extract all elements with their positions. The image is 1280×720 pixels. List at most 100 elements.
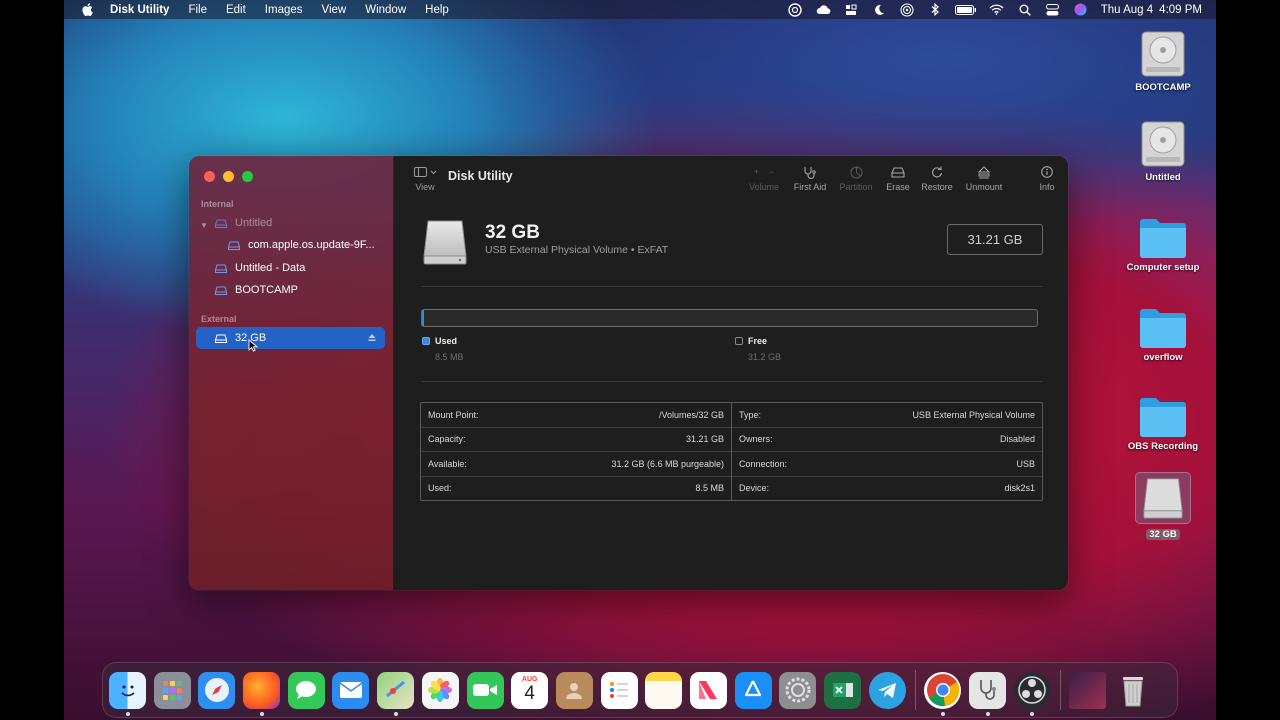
- menu-view[interactable]: View: [322, 4, 347, 16]
- sidebar-item-untitled-data[interactable]: Untitled - Data: [215, 258, 305, 278]
- desktop-item-untitled[interactable]: Untitled: [1113, 116, 1213, 183]
- volume-button[interactable]: + − Volume: [746, 165, 782, 192]
- running-indicator: [985, 711, 990, 716]
- focus-moon-icon[interactable]: [871, 3, 887, 17]
- menu-app-name[interactable]: Disk Utility: [110, 4, 169, 16]
- dock-app-store-icon[interactable]: [734, 671, 772, 709]
- first-aid-button[interactable]: First Aid: [791, 165, 829, 192]
- menu-help[interactable]: Help: [425, 4, 449, 16]
- desktop-item-computer-setup[interactable]: Computer setup: [1113, 206, 1213, 273]
- sidebar-item-bootcamp[interactable]: BOOTCAMP: [215, 280, 298, 300]
- dock-launchpad-icon[interactable]: [153, 671, 191, 709]
- battery-icon[interactable]: [954, 3, 977, 17]
- sidebar-item-update-volume[interactable]: com.apple.os.update-9F...: [228, 235, 375, 255]
- erase-button[interactable]: Erase: [882, 165, 914, 192]
- hard-drive-icon: [1141, 121, 1185, 167]
- dock-chrome-icon[interactable]: [924, 671, 962, 716]
- info-value: 31.2 GB (6.6 MB purgeable): [611, 458, 724, 469]
- zoom-button[interactable]: [242, 171, 253, 182]
- eject-icon[interactable]: [368, 333, 376, 342]
- menu-edit[interactable]: Edit: [226, 4, 246, 16]
- clock-time: 4:09 PM: [1159, 3, 1202, 16]
- free-label: Free: [748, 336, 768, 346]
- bluetooth-icon[interactable]: [927, 3, 943, 17]
- used-value: 8.5 MB: [435, 352, 464, 362]
- legend-free: Free 31.2 GB: [735, 336, 781, 362]
- dock-reminders-icon[interactable]: [600, 671, 638, 709]
- partition-label: Partition: [839, 182, 873, 192]
- dock-disk-utility-icon[interactable]: [969, 671, 1007, 716]
- sidebar-item-label: Untitled - Data: [235, 262, 306, 274]
- desktop-item-bootcamp[interactable]: BOOTCAMP: [1113, 26, 1213, 93]
- dock-excel-icon[interactable]: [824, 671, 861, 709]
- dock-messages-icon[interactable]: [287, 671, 325, 709]
- stethoscope-icon: [804, 166, 816, 179]
- view-button[interactable]: View: [410, 166, 440, 192]
- disk-icon: [228, 241, 240, 250]
- icloud-icon[interactable]: [815, 3, 831, 17]
- sidebar-item-32gb[interactable]: 32 GB: [196, 327, 385, 349]
- dock-finder-icon[interactable]: [109, 671, 146, 716]
- toolbar: View Disk Utility + − Volume First Aid Pa…: [394, 156, 1068, 200]
- sidebar-item-untitled[interactable]: Untitled: [215, 213, 272, 233]
- hard-drive-icon: [1141, 31, 1185, 77]
- apple-menu-icon[interactable]: [80, 3, 94, 16]
- desktop-item-label: Computer setup: [1126, 262, 1200, 273]
- airdrop-icon[interactable]: [899, 2, 915, 17]
- window-controls: [204, 171, 253, 182]
- dock-separator: [915, 670, 917, 710]
- dock-news-icon[interactable]: [689, 671, 727, 709]
- chevron-down-icon[interactable]: ▼: [200, 221, 208, 230]
- creative-cloud-icon[interactable]: [787, 2, 803, 17]
- desktop-item-32gb[interactable]: 32 GB: [1113, 472, 1213, 542]
- close-button[interactable]: [204, 171, 215, 182]
- restore-button[interactable]: Restore: [919, 165, 955, 192]
- erase-drive-icon: [891, 166, 905, 178]
- folder-icon: [1140, 219, 1186, 258]
- dock-calendar-icon[interactable]: AUG 4: [511, 671, 549, 709]
- stage-icon[interactable]: [843, 3, 859, 17]
- info-row-available: Available: 31.2 GB (6.6 MB purgeable): [421, 451, 731, 476]
- dock-facetime-icon[interactable]: [466, 671, 504, 709]
- dock: AUG 4: [102, 662, 1178, 718]
- main-pane: View Disk Utility + − Volume First Aid Pa…: [394, 156, 1068, 590]
- unmount-button[interactable]: Unmount: [963, 165, 1005, 192]
- dock-notes-icon[interactable]: [645, 671, 683, 709]
- partition-button[interactable]: Partition: [836, 165, 876, 192]
- menu-window[interactable]: Window: [365, 4, 406, 16]
- sidebar-item-label: BOOTCAMP: [235, 284, 298, 296]
- dock-telegram-icon[interactable]: [868, 671, 906, 709]
- dock-mail-icon[interactable]: [332, 671, 370, 709]
- wifi-icon[interactable]: [989, 3, 1005, 17]
- control-center-icon[interactable]: [1045, 3, 1061, 17]
- dock-system-preferences-icon[interactable]: [779, 671, 817, 709]
- dock-maps-icon[interactable]: [377, 671, 415, 716]
- info-key: Owners:: [739, 434, 773, 445]
- used-swatch: [422, 337, 430, 345]
- calendar-day: 4: [524, 683, 535, 704]
- dock-obs-icon[interactable]: [1013, 671, 1051, 716]
- menu-bar: Disk Utility File Edit Images View Windo…: [64, 0, 1216, 19]
- desktop-item-obs-recording[interactable]: OBS Recording: [1113, 385, 1213, 452]
- desktop-item-overflow[interactable]: overflow: [1113, 296, 1213, 363]
- disk-icon: [215, 334, 227, 343]
- add-icon: +: [753, 167, 759, 177]
- dock-firefox-icon[interactable]: [243, 671, 281, 716]
- siri-icon[interactable]: [1073, 3, 1089, 17]
- minimize-button[interactable]: [223, 171, 234, 182]
- search-icon[interactable]: [1017, 3, 1033, 17]
- desktop-item-label: Untitled: [1145, 172, 1181, 183]
- dock-recent-window-icon[interactable]: [1069, 671, 1107, 709]
- dock-safari-icon[interactable]: [198, 671, 236, 709]
- info-button[interactable]: Info: [1034, 165, 1060, 192]
- capacity-badge: 31.21 GB: [947, 224, 1043, 255]
- chevron-down-icon: [430, 170, 436, 174]
- dock-contacts-icon[interactable]: [555, 671, 593, 709]
- volume-label: Volume: [748, 182, 780, 192]
- menubar-clock[interactable]: Thu Aug 4 4:09 PM: [1101, 4, 1202, 16]
- dock-photos-icon[interactable]: [421, 671, 459, 709]
- menu-file[interactable]: File: [188, 4, 207, 16]
- menu-images[interactable]: Images: [265, 4, 303, 16]
- info-row-mount-point: Mount Point: /Volumes/32 GB: [421, 403, 731, 427]
- dock-trash-icon[interactable]: [1114, 672, 1151, 709]
